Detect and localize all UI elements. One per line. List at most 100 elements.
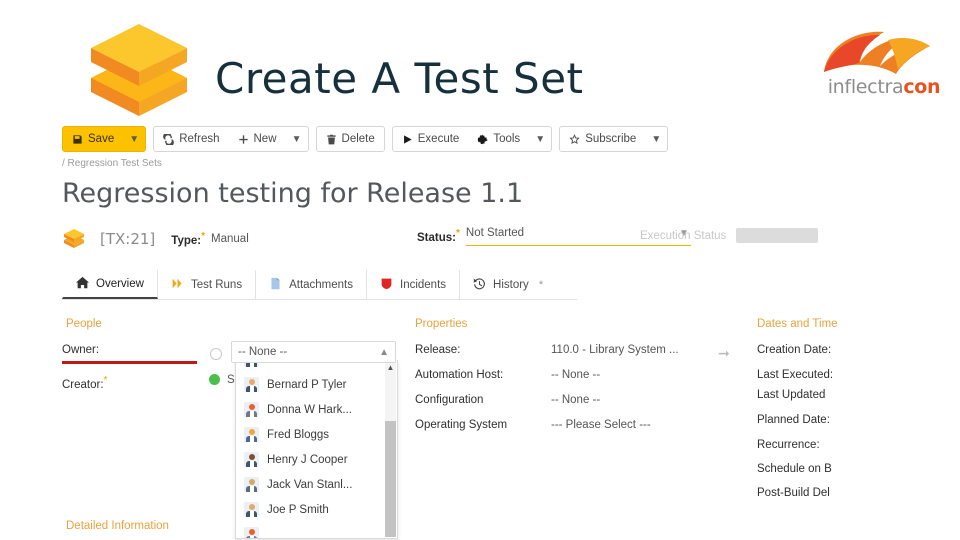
- owner-dropdown-toggle[interactable]: -- None -- ▲: [231, 341, 396, 363]
- save-button[interactable]: Save: [63, 127, 123, 151]
- avatar: [244, 477, 259, 492]
- tab-incidents[interactable]: Incidents: [367, 270, 461, 299]
- release-label: Release:: [415, 344, 461, 356]
- refresh-label: Refresh: [179, 133, 220, 145]
- screenshot-root: Create A Test Set inflectracon Save ▼ Re…: [0, 0, 960, 540]
- schedule-on-b-label: Schedule on B: [757, 463, 832, 475]
- new-button[interactable]: New: [229, 127, 286, 151]
- section-people-heading: People: [66, 318, 102, 330]
- subscribe-caret-icon[interactable]: ▼: [645, 127, 667, 151]
- list-item[interactable]: Jack Van Stanl...: [236, 472, 397, 497]
- shield-icon: [380, 277, 393, 293]
- status-label: Status:*: [417, 228, 460, 244]
- scroll-up-icon[interactable]: ▲: [386, 363, 395, 372]
- creator-label: Creator:*: [62, 375, 107, 391]
- double-chevron-icon: [171, 277, 184, 293]
- avatar: [244, 402, 259, 417]
- avatar: [244, 377, 259, 392]
- owner-dropdown-list[interactable]: Bernard P Tyler Donna W Hark... Fred Blo…: [235, 360, 398, 539]
- toolbar: Save ▼ Refresh New ▼ Delete Execute Tool…: [62, 126, 675, 152]
- list-item-label: Fred Bloggs: [267, 428, 330, 441]
- avatar: [244, 502, 259, 517]
- tab-history-suffix: *: [538, 278, 544, 291]
- creator-value: S: [227, 374, 235, 386]
- artifact-id: [TX:21]: [100, 230, 156, 248]
- type-label: Type:*: [171, 231, 205, 247]
- plus-icon: [238, 134, 249, 145]
- subscribe-button[interactable]: Subscribe: [560, 127, 645, 151]
- tools-caret-icon[interactable]: ▼: [529, 127, 551, 151]
- dropdown-scrollbar[interactable]: ▲: [385, 361, 396, 537]
- refresh-button[interactable]: Refresh: [154, 127, 228, 151]
- owner-dropdown-selected: -- None --: [238, 346, 288, 358]
- creator-status-indicator: [209, 374, 220, 385]
- toolbar-group-refresh-new: Refresh New ▼: [153, 126, 309, 152]
- artifact-meta-row: [TX:21] Type:* Manual: [62, 226, 249, 252]
- delete-button[interactable]: Delete: [317, 127, 384, 151]
- gear-icon: [477, 134, 488, 145]
- tools-label: Tools: [493, 133, 521, 145]
- last-updated-label: Last Updated: [757, 389, 826, 401]
- page-title: Create A Test Set: [215, 54, 584, 103]
- artifact-title[interactable]: Regression testing for Release 1.1: [62, 178, 523, 209]
- execution-status-label: Execution Status: [640, 229, 727, 242]
- execute-button[interactable]: Execute: [393, 127, 469, 151]
- breadcrumb[interactable]: / Regression Test Sets: [62, 158, 162, 169]
- play-icon: [402, 134, 413, 145]
- tools-button[interactable]: Tools: [468, 127, 529, 151]
- section-properties-heading: Properties: [415, 318, 468, 330]
- toolbar-group-delete: Delete: [315, 126, 385, 152]
- list-item-label: Bernard P Tyler: [267, 378, 347, 391]
- tab-attachments[interactable]: Attachments: [256, 270, 367, 299]
- brand-word-bold: con: [903, 76, 941, 98]
- scrollbar-thumb[interactable]: [385, 421, 396, 537]
- execution-status-bar: [736, 228, 819, 243]
- subscribe-label: Subscribe: [585, 133, 637, 145]
- last-executed-label: Last Executed:: [757, 369, 834, 381]
- execution-status-block: Execution Status: [640, 228, 819, 243]
- operating-system-value[interactable]: --- Please Select ---: [551, 419, 651, 431]
- creation-date-label: Creation Date:: [757, 344, 832, 356]
- test-set-icon: [62, 228, 88, 250]
- automation-host-value[interactable]: -- None --: [551, 369, 600, 381]
- avatar: [244, 427, 259, 442]
- automation-host-label: Automation Host:: [415, 369, 504, 381]
- history-icon: [473, 277, 486, 293]
- save-caret-icon[interactable]: ▼: [123, 127, 145, 151]
- status-value: Not Started: [465, 227, 525, 239]
- list-item-label: Jack Van Stanl...: [267, 478, 353, 491]
- chevron-up-icon: ▲: [379, 346, 389, 358]
- list-item[interactable]: [236, 522, 397, 538]
- new-caret-icon[interactable]: ▼: [286, 127, 308, 151]
- status-required-marker: *: [455, 228, 460, 240]
- brand-word-light: inflectra: [827, 76, 904, 98]
- section-dates-heading: Dates and Time: [757, 318, 838, 330]
- list-item[interactable]: Joe P Smith: [236, 497, 397, 522]
- creator-required-marker: *: [103, 375, 108, 386]
- creator-label-text: Creator:: [62, 378, 104, 391]
- arrow-right-icon[interactable]: ➞: [718, 345, 730, 362]
- save-label: Save: [88, 133, 115, 145]
- required-marker: *: [201, 231, 206, 243]
- list-item[interactable]: Fred Bloggs: [236, 422, 397, 447]
- configuration-value[interactable]: -- None --: [551, 394, 600, 406]
- type-value[interactable]: Manual: [211, 233, 249, 245]
- list-item[interactable]: Henry J Cooper: [236, 447, 397, 472]
- type-label-text: Type:: [171, 234, 202, 247]
- tab-history[interactable]: History *: [460, 270, 556, 299]
- owner-status-indicator: [210, 348, 222, 360]
- home-icon: [76, 276, 89, 292]
- owner-error-underline: [62, 361, 197, 364]
- list-item-label: Joe P Smith: [267, 503, 329, 516]
- inflectracon-logo: inflectracon: [818, 26, 950, 108]
- toolbar-group-save: Save ▼: [62, 126, 147, 152]
- delete-label: Delete: [341, 133, 375, 145]
- tab-incidents-label: Incidents: [400, 278, 447, 291]
- list-item[interactable]: Donna W Hark...: [236, 397, 397, 422]
- brand-wordmark: inflectracon: [818, 76, 950, 98]
- owner-dropdown: -- None -- ▲ Bernard P Tyler Donna W Har…: [231, 341, 398, 539]
- tab-test-runs[interactable]: Test Runs: [158, 270, 257, 299]
- tab-overview[interactable]: Overview: [62, 270, 158, 299]
- list-item[interactable]: Bernard P Tyler: [236, 372, 397, 397]
- release-value[interactable]: 110.0 - Library System ...: [551, 344, 679, 356]
